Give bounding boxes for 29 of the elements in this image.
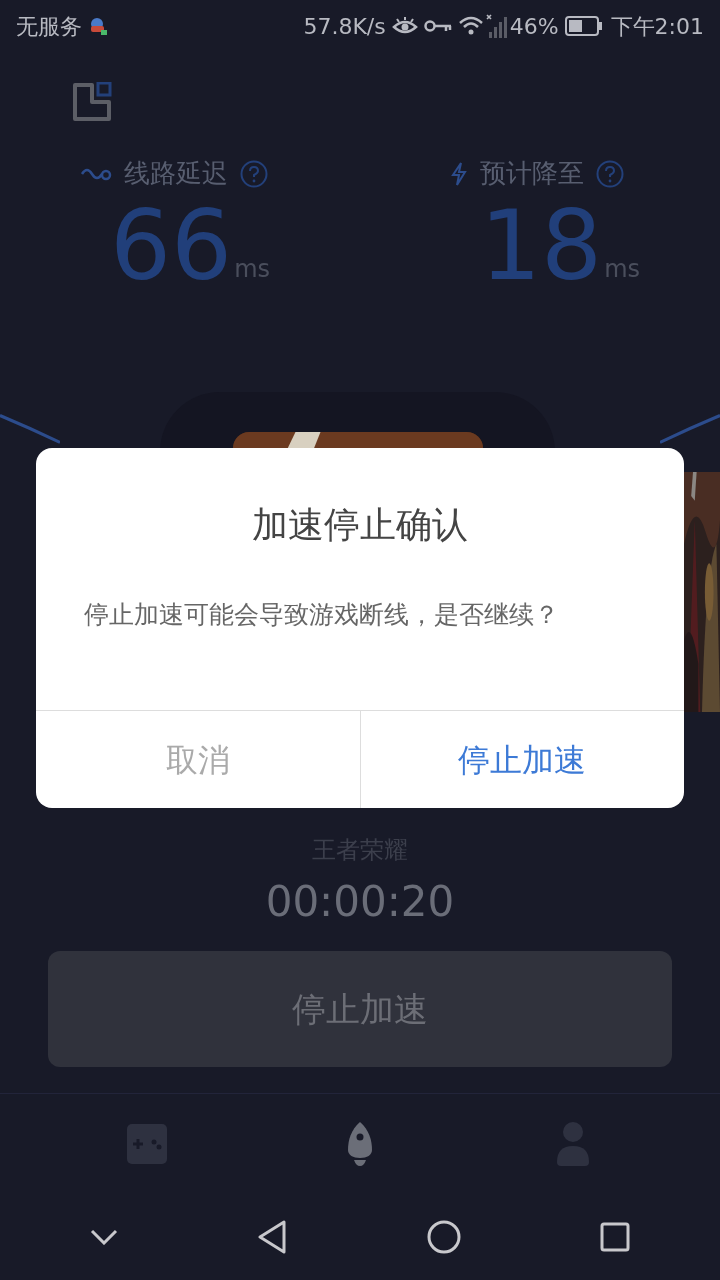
- dialog-title: 加速停止确认: [252, 503, 468, 547]
- home-icon[interactable]: [426, 1219, 461, 1254]
- stat-label: 预计降至: [480, 157, 584, 190]
- wifi-icon: [457, 15, 484, 37]
- signal-icon: [485, 14, 508, 38]
- dialog-message: 停止加速可能会导致游戏断线，是否继续？: [84, 600, 559, 629]
- confirm-button[interactable]: 停止加速: [359, 711, 684, 808]
- battery-percent-text: 46%: [509, 12, 559, 41]
- stat-value: 18: [480, 191, 603, 301]
- rocket-icon[interactable]: [347, 1121, 373, 1166]
- stat-value: 66: [110, 191, 233, 301]
- clock-text: 下午2:01: [610, 12, 704, 41]
- battery-icon: [564, 16, 603, 36]
- mini-window-icon[interactable]: [72, 82, 112, 122]
- boost-timer: 00:00:20: [265, 876, 455, 928]
- cancel-button[interactable]: 取消: [36, 711, 360, 808]
- lightning-icon: [450, 161, 468, 186]
- recents-icon[interactable]: [600, 1221, 631, 1252]
- chevron-down-icon[interactable]: [89, 1228, 118, 1245]
- carrier-text: 无服务: [16, 12, 82, 41]
- arc-drawing: [0, 414, 60, 444]
- back-icon[interactable]: [257, 1219, 288, 1254]
- arc-drawing: [660, 414, 720, 444]
- eye-icon: [391, 16, 418, 36]
- key-icon: [423, 19, 452, 33]
- stop-boost-button[interactable]: 停止加速: [48, 951, 672, 1067]
- stat-label: 线路延迟: [124, 157, 228, 190]
- app-notification-icon: [88, 16, 108, 36]
- network-speed-text: 57.8K/s: [303, 12, 386, 41]
